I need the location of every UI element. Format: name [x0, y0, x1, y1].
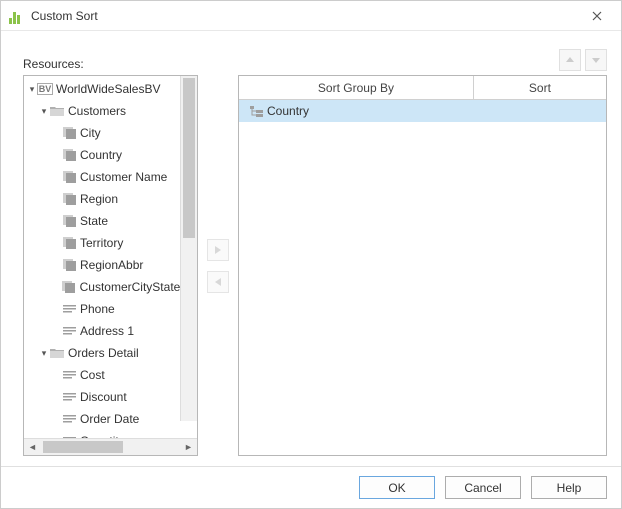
- tree-node-folder[interactable]: ▾ Orders Detail: [24, 342, 197, 364]
- tree-node-item[interactable]: RegionAbbr: [24, 254, 197, 276]
- text-field-icon: [62, 302, 76, 316]
- tree-label: Order Date: [80, 408, 139, 430]
- resources-label: Resources:: [23, 57, 84, 71]
- move-down-button[interactable]: [585, 49, 607, 71]
- arrow-up-icon: [565, 55, 575, 65]
- tree-node-item[interactable]: City: [24, 122, 197, 144]
- close-button[interactable]: [577, 2, 617, 30]
- chevron-down-icon[interactable]: ▾: [38, 342, 50, 364]
- tree-node-item[interactable]: Customer Name: [24, 166, 197, 188]
- grid-row[interactable]: Country: [239, 100, 606, 122]
- window-title: Custom Sort: [31, 9, 98, 23]
- title-bar: Custom Sort: [1, 1, 621, 31]
- dialog-content: Resources: ▾ BV WorldWideSalesBV: [1, 31, 621, 466]
- column-header-group-by[interactable]: Sort Group By: [239, 76, 474, 99]
- text-field-icon: [62, 368, 76, 382]
- tree-node-item[interactable]: Territory: [24, 232, 197, 254]
- app-icon: [9, 8, 25, 24]
- text-field-icon: [62, 434, 76, 438]
- scroll-left-icon[interactable]: ◄: [24, 439, 41, 456]
- tree-label: Quantity: [80, 430, 125, 438]
- tree-label: Discount: [80, 386, 127, 408]
- chevron-down-icon[interactable]: ▾: [38, 100, 50, 122]
- scroll-thumb[interactable]: [43, 441, 123, 453]
- arrow-right-icon: [213, 245, 223, 255]
- tree-node-item[interactable]: CustomerCityStateZip: [24, 276, 197, 298]
- folder-icon: [50, 104, 64, 118]
- column-header-sort[interactable]: Sort: [474, 76, 606, 99]
- field-icon: [62, 170, 76, 184]
- tree-node-item[interactable]: Address 1: [24, 320, 197, 342]
- tree-label: Customer Name: [80, 166, 167, 188]
- tree-node-item[interactable]: Cost: [24, 364, 197, 386]
- tree-node-item[interactable]: Country: [24, 144, 197, 166]
- tree-node-folder[interactable]: ▾ Customers: [24, 100, 197, 122]
- tree-label: Cost: [80, 364, 105, 386]
- folder-icon: [50, 346, 64, 360]
- text-field-icon: [62, 324, 76, 338]
- text-field-icon: [62, 390, 76, 404]
- close-icon: [592, 11, 602, 21]
- field-icon: [62, 192, 76, 206]
- sort-grid[interactable]: Sort Group By Sort Country: [238, 75, 607, 456]
- help-button[interactable]: Help: [531, 476, 607, 499]
- grid-header: Sort Group By Sort: [239, 76, 606, 100]
- tree-node-item[interactable]: Discount: [24, 386, 197, 408]
- dialog-footer: OK Cancel Help: [1, 466, 621, 508]
- scroll-right-icon[interactable]: ►: [180, 439, 197, 456]
- tree-label: Territory: [80, 232, 123, 254]
- field-icon: [62, 236, 76, 250]
- horizontal-scrollbar[interactable]: ◄ ►: [24, 438, 197, 455]
- arrow-down-icon: [591, 55, 601, 65]
- ok-button[interactable]: OK: [359, 476, 435, 499]
- hierarchy-icon: [249, 104, 263, 118]
- scroll-thumb[interactable]: [183, 78, 195, 238]
- tree-label: State: [80, 210, 108, 232]
- grid-body: Country: [239, 100, 606, 455]
- tree-body: ▾ BV WorldWideSalesBV ▾ Customers: [24, 76, 197, 438]
- add-button[interactable]: [207, 239, 229, 261]
- tree-label: Country: [80, 144, 122, 166]
- tree-label: Region: [80, 188, 118, 210]
- tree-label: City: [80, 122, 101, 144]
- text-field-icon: [62, 412, 76, 426]
- tree-label: Address 1: [80, 320, 134, 342]
- tree-node-root[interactable]: ▾ BV WorldWideSalesBV: [24, 78, 197, 100]
- grid-cell-label: Country: [267, 104, 309, 118]
- field-icon: [62, 280, 76, 294]
- transfer-buttons: [198, 75, 238, 456]
- tree-label: Orders Detail: [68, 342, 139, 364]
- arrow-left-icon: [213, 277, 223, 287]
- tree-label: Customers: [68, 100, 126, 122]
- field-icon: [62, 126, 76, 140]
- remove-button[interactable]: [207, 271, 229, 293]
- tree-node-item[interactable]: Phone: [24, 298, 197, 320]
- cancel-button[interactable]: Cancel: [445, 476, 521, 499]
- tree-node-item[interactable]: Quantity: [24, 430, 197, 438]
- bv-icon: BV: [38, 82, 52, 96]
- tree-label: Phone: [80, 298, 115, 320]
- tree-node-item[interactable]: State: [24, 210, 197, 232]
- tree-node-item[interactable]: Region: [24, 188, 197, 210]
- field-icon: [62, 148, 76, 162]
- field-icon: [62, 214, 76, 228]
- field-icon: [62, 258, 76, 272]
- move-up-button[interactable]: [559, 49, 581, 71]
- tree-label: WorldWideSalesBV: [56, 78, 160, 100]
- resources-tree[interactable]: ▾ BV WorldWideSalesBV ▾ Customers: [23, 75, 198, 456]
- tree-label: RegionAbbr: [80, 254, 143, 276]
- vertical-scrollbar[interactable]: [180, 76, 197, 421]
- tree-node-item[interactable]: Order Date: [24, 408, 197, 430]
